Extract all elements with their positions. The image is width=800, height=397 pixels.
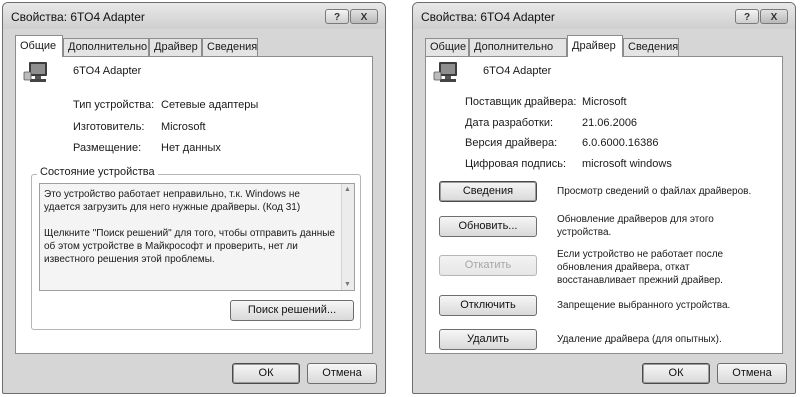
close-button[interactable]: X bbox=[350, 9, 378, 24]
disable-device-description: Запрещение выбранного устройства. bbox=[557, 300, 731, 311]
ok-button[interactable]: ОК bbox=[232, 363, 300, 384]
driver-version-label: Версия драйвера: bbox=[465, 137, 558, 149]
driver-provider-label: Поставщик драйвера: bbox=[465, 96, 577, 108]
window-title: Свойства: 6TO4 Adapter bbox=[11, 10, 145, 24]
uninstall-driver-button[interactable]: Удалить bbox=[439, 329, 537, 350]
rollback-driver-button[interactable]: Откатить bbox=[439, 255, 537, 276]
tab-advanced[interactable]: Дополнительно bbox=[63, 38, 149, 56]
title-bar: Свойства: 6TO4 Adapter ? X bbox=[413, 3, 795, 29]
driver-details-button[interactable]: Сведения bbox=[439, 181, 537, 202]
cancel-button[interactable]: Отмена bbox=[717, 363, 787, 384]
properties-dialog-general: Свойства: 6TO4 Adapter ? X Общие Дополни… bbox=[2, 2, 386, 394]
rollback-driver-description: Если устройство не работает после обновл… bbox=[557, 249, 724, 286]
tab-general[interactable]: Общие bbox=[425, 38, 469, 56]
tab-advanced[interactable]: Дополнительно bbox=[469, 38, 567, 56]
help-button[interactable]: ? bbox=[325, 9, 349, 24]
digital-signature-label: Цифровая подпись: bbox=[465, 158, 567, 170]
device-name: 6TO4 Adapter bbox=[73, 65, 142, 77]
update-driver-button[interactable]: Обновить... bbox=[439, 216, 537, 237]
tab-details[interactable]: Сведения bbox=[623, 38, 679, 56]
tab-driver[interactable]: Драйвер bbox=[149, 38, 202, 56]
network-adapter-icon bbox=[23, 62, 47, 82]
help-button[interactable]: ? bbox=[735, 9, 759, 24]
network-adapter-icon bbox=[433, 62, 457, 82]
digital-signature-value: microsoft windows bbox=[582, 158, 672, 170]
device-status-textbox[interactable]: Это устройство работает неправильно, т.к… bbox=[39, 183, 355, 291]
location-value: Нет данных bbox=[161, 142, 221, 154]
find-solutions-button[interactable]: Поиск решений... bbox=[230, 300, 354, 321]
tab-driver[interactable]: Драйвер bbox=[567, 35, 623, 57]
title-bar: Свойства: 6TO4 Adapter ? X bbox=[3, 3, 385, 29]
close-button[interactable]: X bbox=[760, 9, 788, 24]
status-text: Это устройство работает неправильно, т.к… bbox=[44, 188, 338, 266]
status-message: Это устройство работает неправильно, т.к… bbox=[44, 189, 301, 213]
manufacturer-value: Microsoft bbox=[161, 121, 206, 133]
ok-button[interactable]: ОК bbox=[642, 363, 710, 384]
status-hint: Щелкните "Поиск решений" для того, чтобы… bbox=[44, 228, 335, 265]
status-scrollbar[interactable]: ▲ ▼ bbox=[341, 184, 354, 290]
device-name: 6TO4 Adapter bbox=[483, 65, 552, 77]
tab-details[interactable]: Сведения bbox=[202, 38, 258, 56]
properties-dialog-driver: Свойства: 6TO4 Adapter ? X Общие Дополни… bbox=[412, 2, 796, 394]
device-status-title: Состояние устройства bbox=[37, 166, 158, 178]
disable-device-button[interactable]: Отключить bbox=[439, 295, 537, 316]
driver-version-value: 6.0.6000.16386 bbox=[582, 137, 659, 149]
manufacturer-label: Изготовитель: bbox=[73, 121, 145, 133]
device-type-value: Сетевые адаптеры bbox=[161, 99, 259, 111]
device-type-label: Тип устройства: bbox=[73, 99, 155, 111]
driver-provider-value: Microsoft bbox=[582, 96, 627, 108]
driver-date-label: Дата разработки: bbox=[465, 117, 554, 129]
tab-general[interactable]: Общие bbox=[15, 35, 63, 57]
scroll-up-icon[interactable]: ▲ bbox=[344, 186, 351, 193]
scroll-down-icon[interactable]: ▼ bbox=[344, 281, 351, 288]
location-label: Размещение: bbox=[73, 142, 142, 154]
cancel-button[interactable]: Отмена bbox=[307, 363, 377, 384]
window-title: Свойства: 6TO4 Adapter bbox=[421, 10, 555, 24]
driver-date-value: 21.06.2006 bbox=[582, 117, 638, 129]
uninstall-driver-description: Удаление драйвера (для опытных). bbox=[557, 334, 722, 345]
update-driver-description: Обновление драйверов для этого устройств… bbox=[557, 214, 714, 238]
driver-details-description: Просмотр сведений о файлах драйверов. bbox=[557, 186, 752, 197]
